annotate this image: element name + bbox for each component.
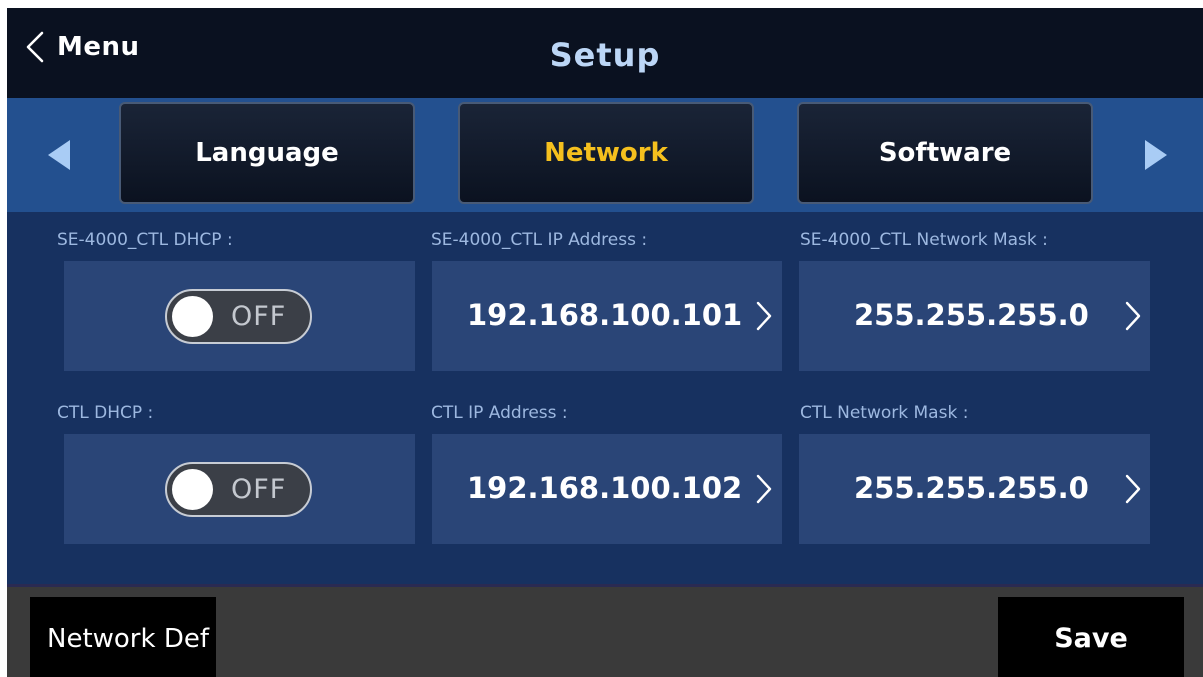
ctl-mask-value: 255.255.255.0 bbox=[854, 471, 1089, 505]
network-default-button[interactable]: Network Def bbox=[30, 597, 216, 677]
se-dhcp-toggle[interactable]: OFF bbox=[165, 289, 312, 344]
ctl-dhcp-state: OFF bbox=[231, 474, 287, 505]
chevron-right-icon bbox=[756, 474, 772, 504]
tab-language[interactable]: Language bbox=[119, 102, 415, 204]
se-mask-label: SE-4000_CTL Network Mask : bbox=[800, 230, 1048, 250]
se-dhcp-label: SE-4000_CTL DHCP : bbox=[57, 230, 233, 250]
se-mask-value: 255.255.255.0 bbox=[854, 298, 1089, 332]
toggle-knob bbox=[172, 469, 213, 510]
ctl-ip-value: 192.168.100.102 bbox=[467, 471, 743, 505]
ctl-dhcp-toggle[interactable]: OFF bbox=[165, 462, 312, 517]
save-button[interactable]: Save bbox=[998, 597, 1184, 677]
ctl-dhcp-tile: OFF bbox=[64, 434, 415, 544]
ctl-mask-field[interactable]: 255.255.255.0 bbox=[799, 434, 1150, 544]
ctl-ip-field[interactable]: 192.168.100.102 bbox=[432, 434, 782, 544]
ctl-dhcp-label: CTL DHCP : bbox=[57, 403, 154, 423]
triangle-left-icon[interactable] bbox=[46, 138, 74, 172]
se-mask-field[interactable]: 255.255.255.0 bbox=[799, 261, 1150, 371]
network-default-label: Network Def bbox=[47, 624, 209, 654]
triangle-right-icon[interactable] bbox=[1141, 138, 1169, 172]
chevron-right-icon bbox=[1125, 301, 1141, 331]
chevron-right-icon bbox=[1125, 474, 1141, 504]
tab-network[interactable]: Network bbox=[458, 102, 754, 204]
tab-bar: Language Network Software bbox=[7, 98, 1203, 212]
se-ip-field[interactable]: 192.168.100.101 bbox=[432, 261, 782, 371]
tab-software[interactable]: Software bbox=[797, 102, 1093, 204]
se-ip-label: SE-4000_CTL IP Address : bbox=[431, 230, 648, 250]
page-title: Setup bbox=[549, 36, 661, 74]
setup-screen: Menu Setup Language Network Software SE-… bbox=[7, 8, 1203, 677]
ctl-mask-label: CTL Network Mask : bbox=[800, 403, 969, 423]
network-settings: SE-4000_CTL DHCP : SE-4000_CTL IP Addres… bbox=[7, 212, 1203, 584]
top-bar: Menu Setup bbox=[7, 8, 1203, 98]
se-ip-value: 192.168.100.101 bbox=[467, 298, 743, 332]
ctl-ip-label: CTL IP Address : bbox=[431, 403, 568, 423]
se-dhcp-tile: OFF bbox=[64, 261, 415, 371]
chevron-right-icon bbox=[756, 301, 772, 331]
bottom-bar: Network Def Save bbox=[7, 584, 1203, 677]
se-dhcp-state: OFF bbox=[231, 301, 287, 332]
toggle-knob bbox=[172, 296, 213, 337]
